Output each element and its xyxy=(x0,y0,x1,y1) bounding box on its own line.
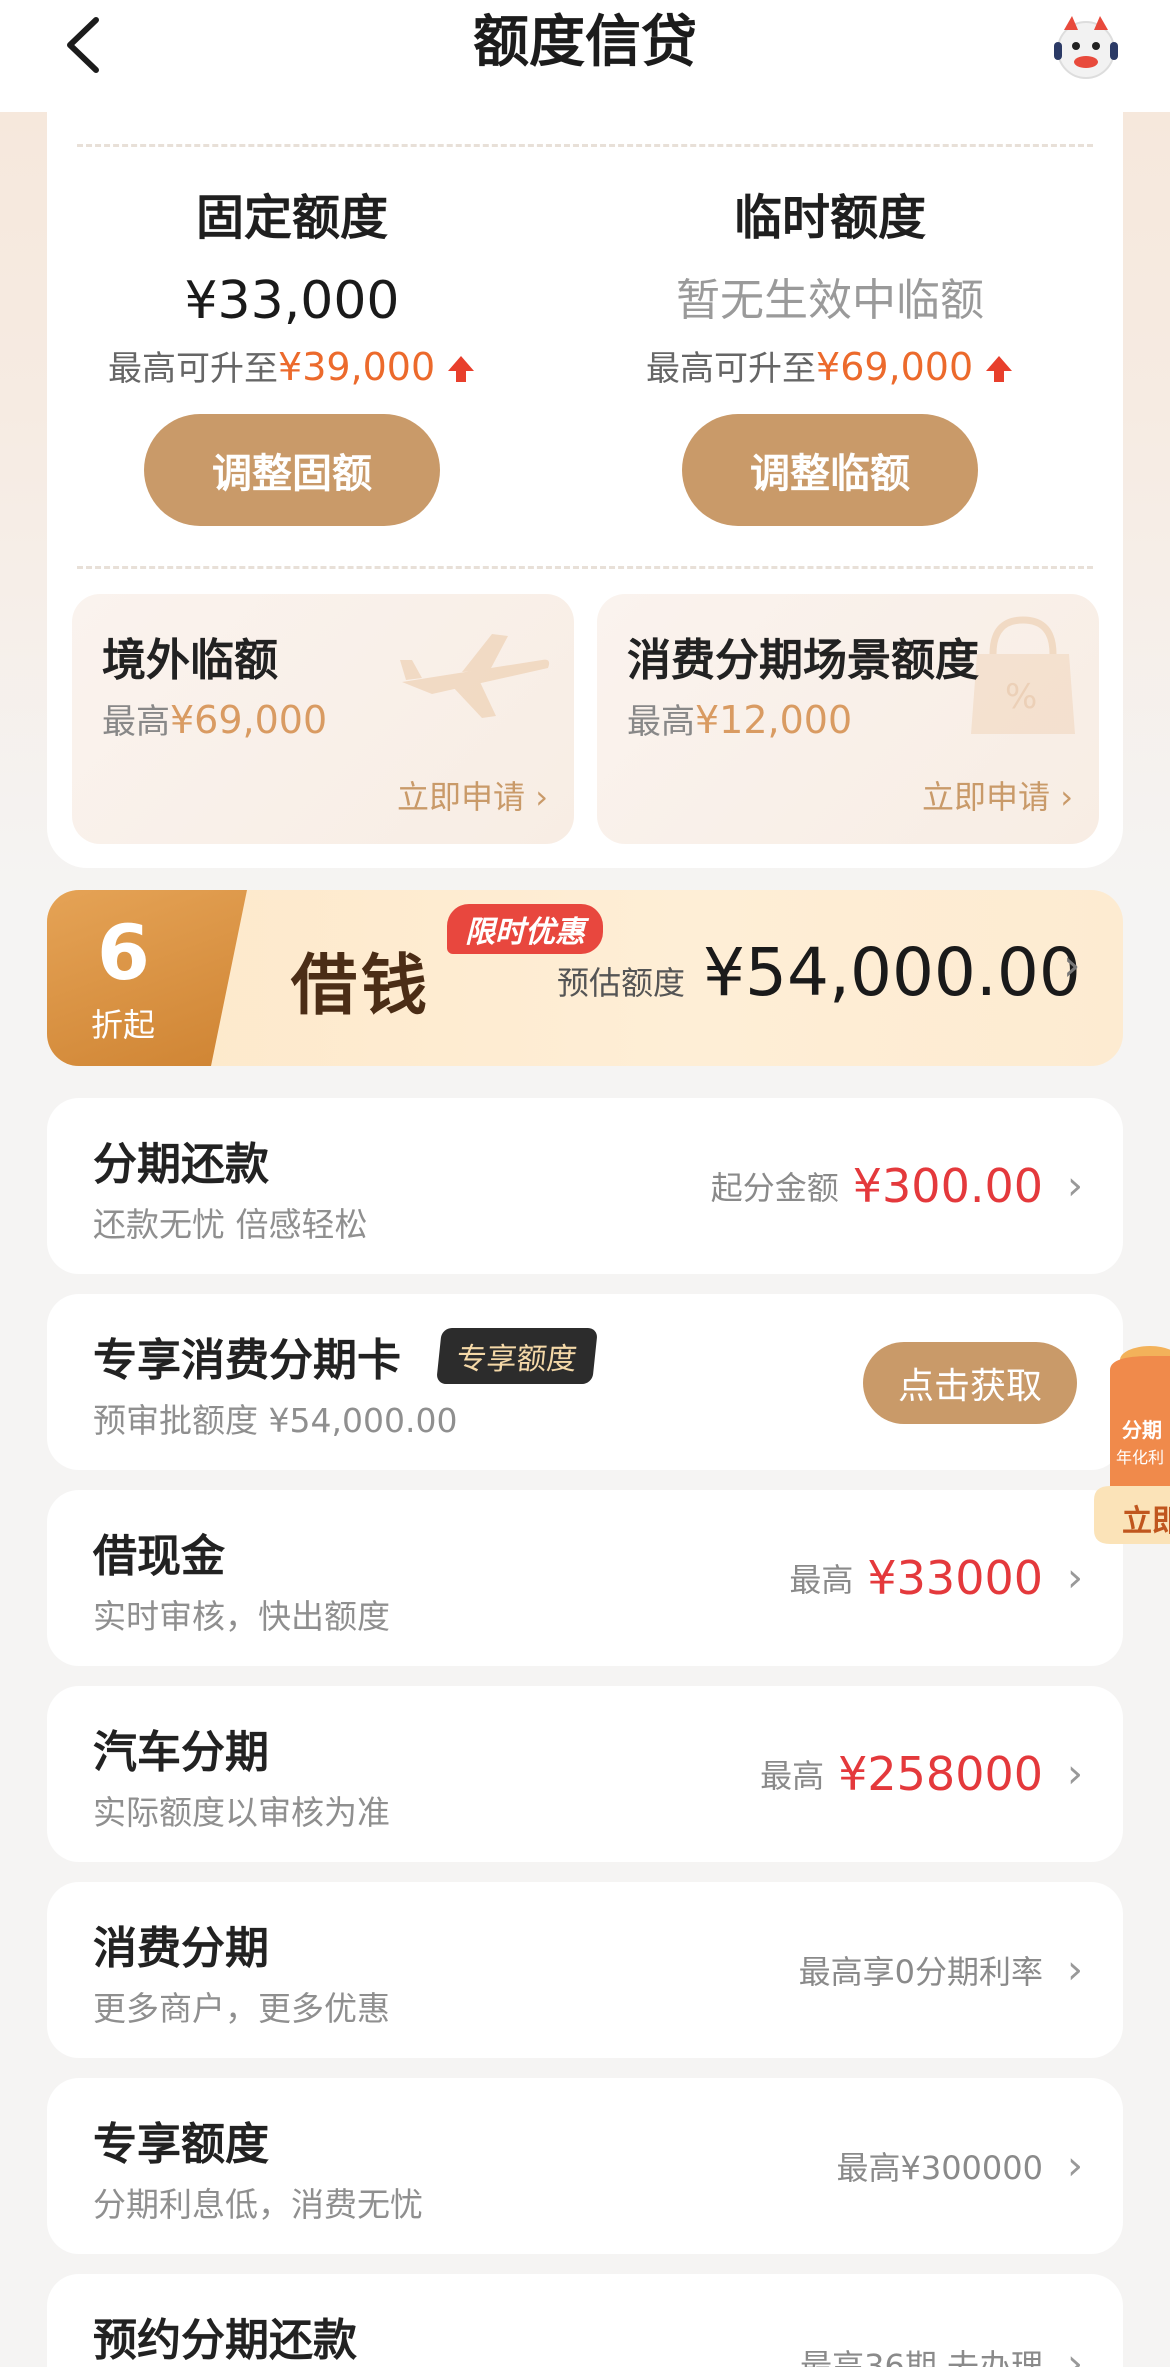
shopping-bag-icon: % xyxy=(971,616,1075,734)
airplane-icon xyxy=(400,634,550,718)
row-value: ¥33000 xyxy=(867,1551,1043,1605)
chevron-right-icon: › xyxy=(1067,1947,1083,1993)
row-subtitle: 还款无忧 倍感轻松 xyxy=(93,1205,368,1244)
row-value-group: 起分金额 ¥300.00 xyxy=(711,1098,1043,1274)
temp-quota-status: 暂无生效中临额 xyxy=(676,275,984,326)
chevron-right-icon: › xyxy=(1063,940,1081,991)
consumer-installment-row[interactable]: 消费分期 更多商户，更多优惠 最高享0分期利率 › xyxy=(47,1882,1123,2058)
exclusive-quota-row[interactable]: 专享额度 分期利息低，消费无忧 最高¥300000 › xyxy=(47,2078,1123,2254)
promo-cta: 立即 xyxy=(1122,1504,1170,1539)
row-subtitle: 分期利息低，消费无忧 xyxy=(93,2185,423,2224)
row-title: 汽车分期 xyxy=(93,1727,269,1778)
row-subtitle: 预审批额度 ¥54,000.00 xyxy=(93,1401,458,1440)
borrow-money-banner[interactable]: 6 折起 借钱 限时优惠 预估额度 ¥54,000.00 › xyxy=(47,890,1123,1066)
chevron-right-icon: › xyxy=(1067,1555,1083,1601)
chevron-right-icon: › xyxy=(1067,2341,1083,2367)
adjust-fixed-quota-button[interactable]: 调整固额 xyxy=(144,414,440,526)
row-value: ¥258000 xyxy=(838,1747,1043,1801)
fixed-quota-upgrade: 最高可升至¥39,000 xyxy=(77,344,507,392)
scene-quota-title: 消费分期场景额度 xyxy=(627,635,979,686)
svg-text:%: % xyxy=(1005,677,1037,717)
installment-repayment-row[interactable]: 分期还款 还款无忧 倍感轻松 起分金额 ¥300.00 › xyxy=(47,1098,1123,1274)
get-now-button[interactable]: 点击获取 xyxy=(863,1342,1077,1424)
promo-line-1: 分期 xyxy=(1122,1418,1162,1442)
row-value-group: 最高¥300000 xyxy=(836,2078,1043,2254)
row-subtitle: 实时审核，快出额度 xyxy=(93,1597,390,1636)
scene-quota-max: 最高¥12,000 xyxy=(627,694,852,743)
max-prefix: 最高 xyxy=(102,702,170,742)
page-title: 额度信贷 xyxy=(473,10,697,75)
chevron-right-icon: › xyxy=(1067,1751,1083,1797)
row-value-group: 最高享0分期利率 xyxy=(799,1882,1043,2058)
row-value-group: 最高 ¥33000 xyxy=(789,1490,1043,1666)
fixed-quota-amount: ¥33,000 xyxy=(184,271,400,331)
overseas-quota-card[interactable]: 境外临额 最高¥69,000 立即申请 › xyxy=(72,594,574,844)
row-title: 专享额度 xyxy=(93,2119,269,2170)
scene-apply-link[interactable]: 立即申请 › xyxy=(922,772,1073,818)
up-arrow-icon xyxy=(447,356,474,382)
max-value: ¥69,000 xyxy=(170,698,328,742)
row-value-group: 最高 ¥258000 xyxy=(760,1686,1043,1862)
overseas-quota-title: 境外临额 xyxy=(102,635,278,686)
estimated-quota-amount: ¥54,000.00 xyxy=(703,934,1081,1011)
borrow-title: 借钱 xyxy=(291,946,431,1024)
row-value-text: 最高36期 去办理 xyxy=(800,2347,1043,2367)
scene-quota-card[interactable]: % 消费分期场景额度 最高¥12,000 立即申请 › xyxy=(597,594,1099,844)
upgrade-value: ¥39,000 xyxy=(278,345,436,389)
row-value-text: 最高享0分期利率 xyxy=(798,1953,1043,1991)
max-prefix: 最高 xyxy=(627,702,695,742)
row-title: 分期还款 xyxy=(93,1139,269,1190)
divider xyxy=(77,566,1093,569)
limited-offer-badge: 限时优惠 xyxy=(447,904,603,954)
cash-loan-row[interactable]: 借现金 实时审核，快出额度 最高 ¥33000 › xyxy=(47,1490,1123,1666)
upgrade-value: ¥69,000 xyxy=(816,345,974,389)
row-value-text: 最高¥300000 xyxy=(836,2149,1043,2187)
row-title: 专享消费分期卡 xyxy=(93,1335,401,1386)
row-title: 借现金 xyxy=(93,1531,225,1582)
temp-quota-section: 临时额度 暂无生效中临额 最高可升至¥69,000 调整临额 xyxy=(615,188,1045,526)
floating-promo-widget[interactable]: 分期 年化利 立即 xyxy=(1090,1330,1170,1560)
exclusive-installment-card-row[interactable]: 专享消费分期卡 专享额度 预审批额度 ¥54,000.00 点击获取 xyxy=(47,1294,1123,1470)
row-title: 预约分期还款 xyxy=(93,2315,357,2366)
divider xyxy=(77,144,1093,147)
row-value-label: 最高 xyxy=(789,1561,854,1599)
row-value-group: 最高36期 去办理 xyxy=(800,2276,1043,2367)
chevron-right-icon: › xyxy=(1067,2143,1083,2189)
row-title: 消费分期 xyxy=(93,1923,269,1974)
row-subtitle: 实际额度以审核为准 xyxy=(93,1793,390,1832)
max-value: ¥12,000 xyxy=(695,698,853,742)
exclusive-quota-tag: 专享额度 xyxy=(436,1328,598,1384)
customer-service-mascot-icon[interactable] xyxy=(1046,8,1126,88)
scheduled-installment-row[interactable]: 预约分期还款 最高36期 去办理 › xyxy=(47,2274,1123,2367)
fixed-quota-title: 固定额度 xyxy=(195,190,388,246)
row-value-label: 起分金额 xyxy=(710,1169,839,1207)
temp-quota-upgrade: 最高可升至¥69,000 xyxy=(615,344,1045,392)
discount-text: 折起 xyxy=(91,1006,156,1044)
car-installment-row[interactable]: 汽车分期 实际额度以审核为准 最高 ¥258000 › xyxy=(47,1686,1123,1862)
overseas-apply-link[interactable]: 立即申请 › xyxy=(397,772,548,818)
row-subtitle: 更多商户，更多优惠 xyxy=(93,1989,390,2028)
chevron-right-icon: › xyxy=(1067,1163,1083,1209)
adjust-temp-quota-button[interactable]: 调整临额 xyxy=(682,414,978,526)
upgrade-prefix: 最高可升至 xyxy=(108,349,279,389)
up-arrow-icon xyxy=(985,356,1012,382)
quota-card: 固定额度 ¥33,000 最高可升至¥39,000 调整固额 临时额度 暂无生效… xyxy=(47,80,1123,868)
fixed-quota-section: 固定额度 ¥33,000 最高可升至¥39,000 调整固额 xyxy=(77,188,507,526)
row-value-label: 最高 xyxy=(760,1757,825,1795)
upgrade-prefix: 最高可升至 xyxy=(646,349,817,389)
temp-quota-title: 临时额度 xyxy=(733,190,926,246)
discount-number: 6 xyxy=(97,908,150,997)
nav-bar: 额度信贷 xyxy=(0,0,1170,112)
row-value: ¥300.00 xyxy=(852,1159,1043,1213)
promo-line-2: 年化利 xyxy=(1116,1448,1165,1467)
overseas-quota-max: 最高¥69,000 xyxy=(102,694,327,743)
estimated-quota-label: 预估额度 xyxy=(557,964,686,1002)
